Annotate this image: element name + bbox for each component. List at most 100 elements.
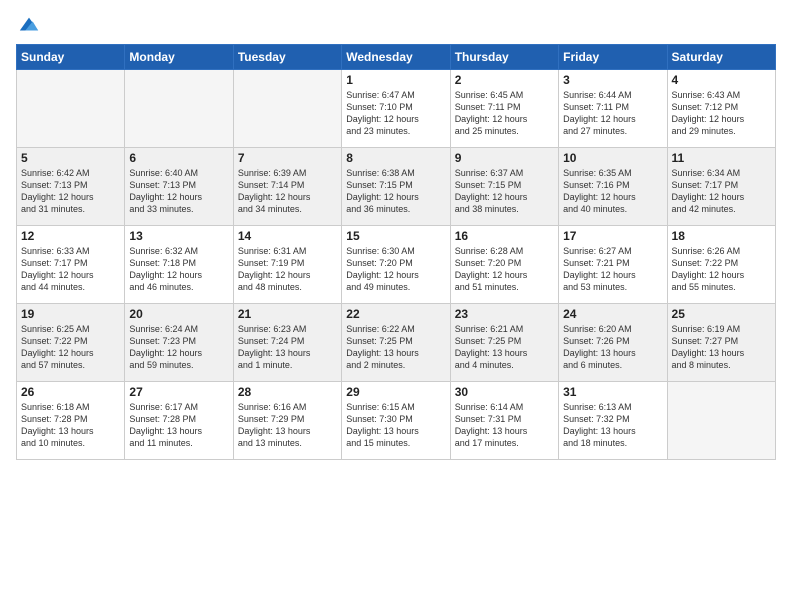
day-info: Sunrise: 6:31 AM Sunset: 7:19 PM Dayligh… <box>238 245 337 294</box>
calendar-cell: 7 Sunrise: 6:39 AM Sunset: 7:14 PM Daylig… <box>233 148 341 226</box>
day-info: Sunrise: 6:40 AM Sunset: 7:13 PM Dayligh… <box>129 167 228 216</box>
calendar-cell <box>125 70 233 148</box>
weekday-header: Monday <box>125 45 233 70</box>
day-number: 15 <box>346 229 445 243</box>
calendar-row: 12 Sunrise: 6:33 AM Sunset: 7:17 PM Dayli… <box>17 226 776 304</box>
day-info: Sunrise: 6:39 AM Sunset: 7:14 PM Dayligh… <box>238 167 337 216</box>
calendar-cell: 28 Sunrise: 6:16 AM Sunset: 7:29 PM Dayli… <box>233 382 341 460</box>
weekday-header: Tuesday <box>233 45 341 70</box>
calendar-cell: 11 Sunrise: 6:34 AM Sunset: 7:17 PM Dayli… <box>667 148 775 226</box>
calendar-cell <box>17 70 125 148</box>
day-number: 9 <box>455 151 554 165</box>
day-number: 21 <box>238 307 337 321</box>
calendar-cell: 13Sunrise: 6:32 AM Sunset: 7:18 PM Dayli… <box>125 226 233 304</box>
calendar-cell: 29 Sunrise: 6:15 AM Sunset: 7:30 PM Dayli… <box>342 382 450 460</box>
calendar-cell: 9 Sunrise: 6:37 AM Sunset: 7:15 PM Daylig… <box>450 148 558 226</box>
calendar-cell: 6 Sunrise: 6:40 AM Sunset: 7:13 PM Daylig… <box>125 148 233 226</box>
day-number: 27 <box>129 385 228 399</box>
day-number: 7 <box>238 151 337 165</box>
logo-icon <box>18 14 40 36</box>
day-number: 19 <box>21 307 120 321</box>
day-number: 17 <box>563 229 662 243</box>
day-number: 25 <box>672 307 771 321</box>
page: SundayMondayTuesdayWednesdayThursdayFrid… <box>0 0 792 612</box>
day-info: Sunrise: 6:38 AM Sunset: 7:15 PM Dayligh… <box>346 167 445 216</box>
day-number: 2 <box>455 73 554 87</box>
day-info: Sunrise: 6:44 AM Sunset: 7:11 PM Dayligh… <box>563 89 662 138</box>
day-number: 11 <box>672 151 771 165</box>
day-info: Sunrise: 6:21 AM Sunset: 7:25 PM Dayligh… <box>455 323 554 372</box>
day-number: 28 <box>238 385 337 399</box>
day-info: Sunrise: 6:30 AM Sunset: 7:20 PM Dayligh… <box>346 245 445 294</box>
calendar-cell: 1 Sunrise: 6:47 AM Sunset: 7:10 PM Daylig… <box>342 70 450 148</box>
day-info: Sunrise: 6:16 AM Sunset: 7:29 PM Dayligh… <box>238 401 337 450</box>
weekday-header: Saturday <box>667 45 775 70</box>
calendar-cell: 5Sunrise: 6:42 AM Sunset: 7:13 PM Daylig… <box>17 148 125 226</box>
calendar-cell: 21 Sunrise: 6:23 AM Sunset: 7:24 PM Dayli… <box>233 304 341 382</box>
calendar-cell: 23 Sunrise: 6:21 AM Sunset: 7:25 PM Dayli… <box>450 304 558 382</box>
day-info: Sunrise: 6:22 AM Sunset: 7:25 PM Dayligh… <box>346 323 445 372</box>
calendar-cell: 16 Sunrise: 6:28 AM Sunset: 7:20 PM Dayli… <box>450 226 558 304</box>
calendar-cell: 30 Sunrise: 6:14 AM Sunset: 7:31 PM Dayli… <box>450 382 558 460</box>
day-number: 12 <box>21 229 120 243</box>
day-info: Sunrise: 6:25 AM Sunset: 7:22 PM Dayligh… <box>21 323 120 372</box>
day-info: Sunrise: 6:35 AM Sunset: 7:16 PM Dayligh… <box>563 167 662 216</box>
day-number: 16 <box>455 229 554 243</box>
day-info: Sunrise: 6:23 AM Sunset: 7:24 PM Dayligh… <box>238 323 337 372</box>
day-info: Sunrise: 6:47 AM Sunset: 7:10 PM Dayligh… <box>346 89 445 138</box>
day-info: Sunrise: 6:19 AM Sunset: 7:27 PM Dayligh… <box>672 323 771 372</box>
calendar-cell: 22 Sunrise: 6:22 AM Sunset: 7:25 PM Dayli… <box>342 304 450 382</box>
day-number: 14 <box>238 229 337 243</box>
day-info: Sunrise: 6:17 AM Sunset: 7:28 PM Dayligh… <box>129 401 228 450</box>
calendar-cell: 24 Sunrise: 6:20 AM Sunset: 7:26 PM Dayli… <box>559 304 667 382</box>
calendar-cell <box>667 382 775 460</box>
header <box>16 10 776 36</box>
day-number: 22 <box>346 307 445 321</box>
calendar-cell: 26Sunrise: 6:18 AM Sunset: 7:28 PM Dayli… <box>17 382 125 460</box>
day-info: Sunrise: 6:45 AM Sunset: 7:11 PM Dayligh… <box>455 89 554 138</box>
calendar-cell: 25 Sunrise: 6:19 AM Sunset: 7:27 PM Dayli… <box>667 304 775 382</box>
weekday-header: Thursday <box>450 45 558 70</box>
calendar-cell: 31 Sunrise: 6:13 AM Sunset: 7:32 PM Dayli… <box>559 382 667 460</box>
calendar-cell: 15 Sunrise: 6:30 AM Sunset: 7:20 PM Dayli… <box>342 226 450 304</box>
weekday-header: Friday <box>559 45 667 70</box>
calendar-row: 1 Sunrise: 6:47 AM Sunset: 7:10 PM Daylig… <box>17 70 776 148</box>
calendar-cell: 20Sunrise: 6:24 AM Sunset: 7:23 PM Dayli… <box>125 304 233 382</box>
calendar-cell <box>233 70 341 148</box>
day-info: Sunrise: 6:37 AM Sunset: 7:15 PM Dayligh… <box>455 167 554 216</box>
day-number: 4 <box>672 73 771 87</box>
calendar-row: 5Sunrise: 6:42 AM Sunset: 7:13 PM Daylig… <box>17 148 776 226</box>
weekday-header: Wednesday <box>342 45 450 70</box>
calendar-cell: 12 Sunrise: 6:33 AM Sunset: 7:17 PM Dayli… <box>17 226 125 304</box>
day-number: 6 <box>129 151 228 165</box>
day-info: Sunrise: 6:43 AM Sunset: 7:12 PM Dayligh… <box>672 89 771 138</box>
day-number: 24 <box>563 307 662 321</box>
day-number: 8 <box>346 151 445 165</box>
calendar-cell: 8 Sunrise: 6:38 AM Sunset: 7:15 PM Daylig… <box>342 148 450 226</box>
calendar-cell: 3 Sunrise: 6:44 AM Sunset: 7:11 PM Daylig… <box>559 70 667 148</box>
day-info: Sunrise: 6:18 AM Sunset: 7:28 PM Dayligh… <box>21 401 120 450</box>
calendar-cell: 4 Sunrise: 6:43 AM Sunset: 7:12 PM Daylig… <box>667 70 775 148</box>
day-info: Sunrise: 6:28 AM Sunset: 7:20 PM Dayligh… <box>455 245 554 294</box>
day-info: Sunrise: 6:24 AM Sunset: 7:23 PM Dayligh… <box>129 323 228 372</box>
calendar-cell: 19 Sunrise: 6:25 AM Sunset: 7:22 PM Dayli… <box>17 304 125 382</box>
day-number: 1 <box>346 73 445 87</box>
day-number: 30 <box>455 385 554 399</box>
day-number: 29 <box>346 385 445 399</box>
day-info: Sunrise: 6:26 AM Sunset: 7:22 PM Dayligh… <box>672 245 771 294</box>
day-info: Sunrise: 6:14 AM Sunset: 7:31 PM Dayligh… <box>455 401 554 450</box>
day-info: Sunrise: 6:34 AM Sunset: 7:17 PM Dayligh… <box>672 167 771 216</box>
calendar-cell: 10 Sunrise: 6:35 AM Sunset: 7:16 PM Dayli… <box>559 148 667 226</box>
day-number: 3 <box>563 73 662 87</box>
day-info: Sunrise: 6:20 AM Sunset: 7:26 PM Dayligh… <box>563 323 662 372</box>
day-info: Sunrise: 6:13 AM Sunset: 7:32 PM Dayligh… <box>563 401 662 450</box>
calendar-cell: 17Sunrise: 6:27 AM Sunset: 7:21 PM Dayli… <box>559 226 667 304</box>
day-number: 31 <box>563 385 662 399</box>
day-info: Sunrise: 6:15 AM Sunset: 7:30 PM Dayligh… <box>346 401 445 450</box>
day-info: Sunrise: 6:42 AM Sunset: 7:13 PM Dayligh… <box>21 167 120 216</box>
day-number: 23 <box>455 307 554 321</box>
calendar-cell: 27 Sunrise: 6:17 AM Sunset: 7:28 PM Dayli… <box>125 382 233 460</box>
calendar-row: 26Sunrise: 6:18 AM Sunset: 7:28 PM Dayli… <box>17 382 776 460</box>
day-number: 10 <box>563 151 662 165</box>
day-info: Sunrise: 6:33 AM Sunset: 7:17 PM Dayligh… <box>21 245 120 294</box>
